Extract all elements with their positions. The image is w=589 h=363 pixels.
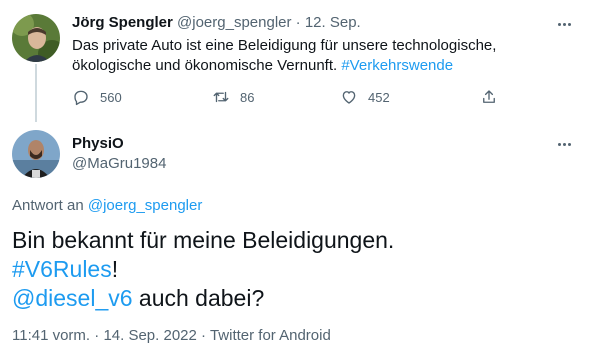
hashtag-suffix: ! [111, 256, 119, 282]
tweet-time[interactable]: 11:41 vorm. [12, 327, 90, 344]
reply-to-handle-link[interactable]: @joerg_spengler [88, 197, 202, 214]
line3-suffix: auch dabei? [132, 285, 265, 311]
tweet-source[interactable]: Twitter for Android [210, 327, 331, 344]
tweet-line-1: Bin bekannt für meine Beleidigungen. [12, 227, 395, 253]
share-button[interactable] [480, 88, 498, 106]
parent-date[interactable]: 12. Sep. [305, 14, 361, 31]
reply-count: 560 [100, 89, 122, 105]
retweet-button[interactable]: 86 [212, 88, 254, 106]
main-handle[interactable]: @MaGru1984 [72, 154, 166, 174]
mention-diesel-v6[interactable]: @diesel_v6 [12, 285, 133, 311]
retweet-count: 86 [240, 89, 255, 105]
hashtag-v6rules[interactable]: #V6Rules [12, 256, 112, 282]
parent-tweet[interactable]: Jörg Spengler @joerg_spengler · 12. Sep.… [0, 0, 589, 122]
like-button[interactable]: 452 [340, 88, 390, 106]
meta-separator: · [201, 327, 207, 344]
like-count: 452 [368, 89, 390, 105]
tweet-date[interactable]: 14. Sep. 2022 [103, 327, 196, 344]
parent-display-name[interactable]: Jörg Spengler [72, 14, 173, 31]
parent-header: Jörg Spengler @joerg_spengler · 12. Sep. [72, 13, 361, 33]
thread-line [35, 64, 37, 122]
avatar-joerg-spengler[interactable] [12, 14, 60, 62]
main-tweet: PhysiO @MaGru1984 Antwort an @joerg_spen… [0, 122, 589, 363]
main-tweet-text: Bin bekannt für meine Beleidigungen. #V6… [12, 226, 577, 313]
more-icon[interactable] [553, 14, 575, 34]
share-icon [483, 90, 495, 103]
reply-icon [74, 90, 88, 106]
like-icon [342, 91, 356, 104]
reply-prefix: Antwort an [12, 197, 88, 214]
meta-separator: · [94, 327, 100, 344]
hashtag-verkehrswende[interactable]: #Verkehrswende [341, 57, 453, 74]
main-display-name[interactable]: PhysiO [72, 134, 124, 154]
tweet-line-3: @diesel_v6 auch dabei? [12, 284, 577, 313]
reply-context: Antwort an @joerg_spengler [12, 196, 202, 216]
more-icon[interactable] [553, 134, 575, 154]
tweet-line-2: #V6Rules! [12, 255, 577, 284]
action-bar: 560 86 452 [72, 88, 502, 110]
retweet-icon [213, 91, 229, 103]
tweet-metadata: 11:41 vorm. · 14. Sep. 2022 · Twitter fo… [12, 326, 331, 346]
avatar-physio[interactable] [12, 130, 60, 178]
header-separator: · [295, 14, 301, 31]
reply-button[interactable]: 560 [72, 88, 122, 106]
parent-tweet-text: Das private Auto ist eine Beleidigung fü… [72, 36, 572, 76]
parent-handle[interactable]: @joerg_spengler [177, 14, 291, 31]
